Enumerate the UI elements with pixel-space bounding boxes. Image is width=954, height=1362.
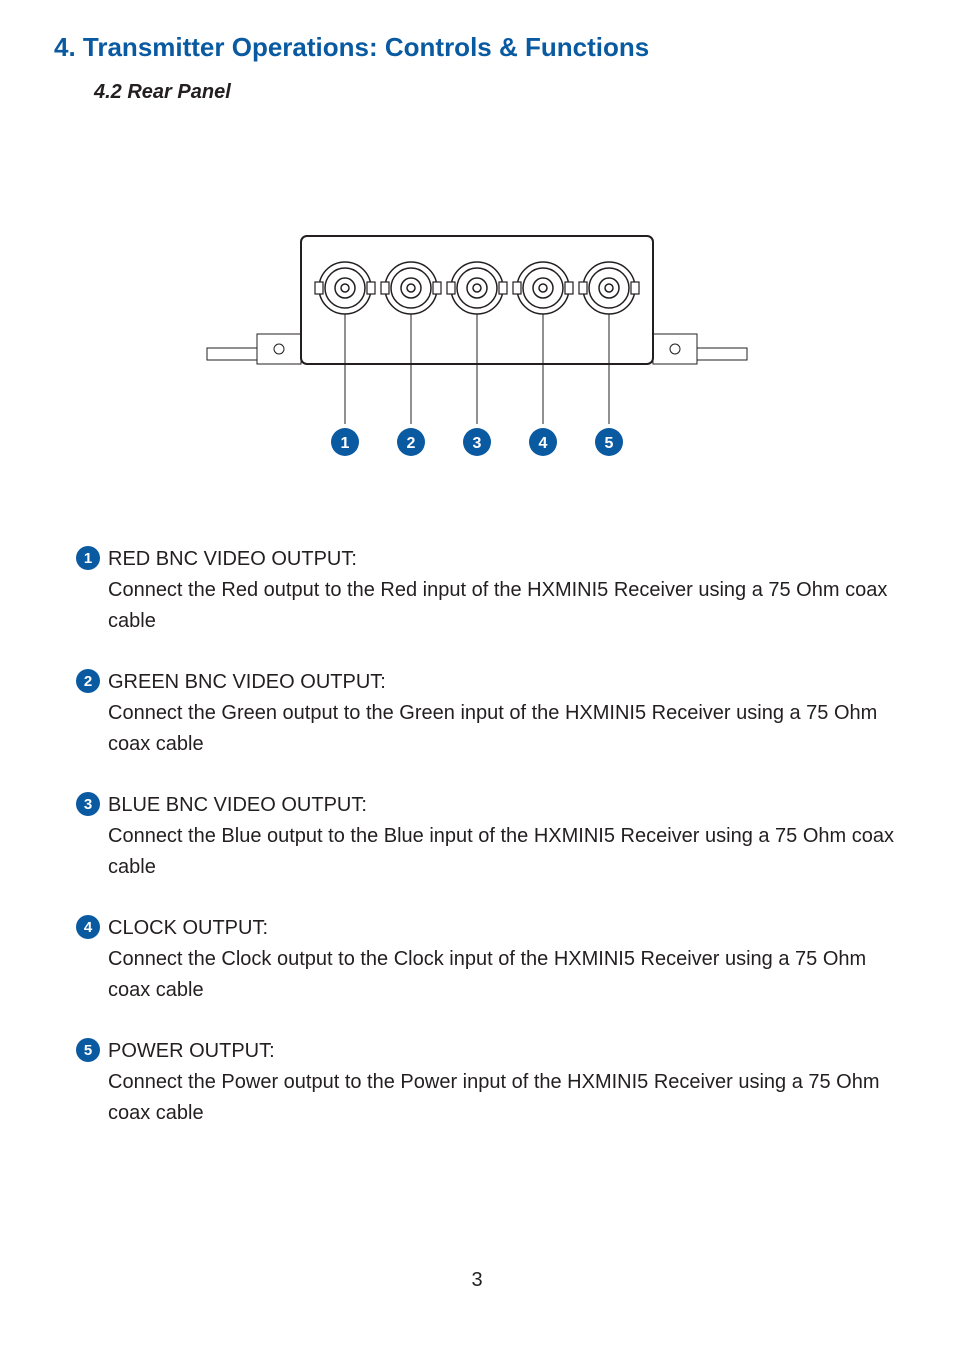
- callout-title: BLUE BNC VIDEO OUTPUT:: [108, 794, 367, 816]
- rear-panel-svg: 1 2 3 4 5: [197, 224, 757, 484]
- document-page: 4. Transmitter Operations: Controls & Fu…: [0, 0, 954, 1332]
- svg-text:1: 1: [341, 435, 350, 452]
- number-badge-icon: 4: [76, 915, 100, 939]
- page-number: 3: [54, 1269, 900, 1292]
- callout-item: 4 CLOCK OUTPUT: Connect the Clock output…: [54, 913, 900, 1006]
- callout-item: 2 GREEN BNC VIDEO OUTPUT: Connect the Gr…: [54, 667, 900, 760]
- callout-text: POWER OUTPUT: Connect the Power output t…: [108, 1036, 900, 1129]
- number-badge-icon: 5: [76, 1038, 100, 1062]
- callout-item: 1 RED BNC VIDEO OUTPUT: Connect the Red …: [54, 544, 900, 637]
- callout-item: 3 BLUE BNC VIDEO OUTPUT: Connect the Blu…: [54, 790, 900, 883]
- subsection-heading: 4.2 Rear Panel: [94, 81, 900, 104]
- callout-description: Connect the Blue output to the Blue inpu…: [108, 821, 900, 883]
- callout-text: RED BNC VIDEO OUTPUT: Connect the Red ou…: [108, 544, 900, 637]
- callout-text: CLOCK OUTPUT: Connect the Clock output t…: [108, 913, 900, 1006]
- callout-title: GREEN BNC VIDEO OUTPUT:: [108, 671, 386, 693]
- callout-title: CLOCK OUTPUT:: [108, 917, 268, 939]
- callout-description: Connect the Clock output to the Clock in…: [108, 944, 900, 1006]
- mounting-flange-right: [653, 334, 697, 364]
- number-badge-icon: 1: [76, 546, 100, 570]
- svg-text:2: 2: [407, 435, 416, 452]
- callout-title: POWER OUTPUT:: [108, 1040, 275, 1062]
- callout-description: Connect the Power output to the Power in…: [108, 1067, 900, 1129]
- number-badge-icon: 3: [76, 792, 100, 816]
- callout-item: 5 POWER OUTPUT: Connect the Power output…: [54, 1036, 900, 1129]
- svg-text:5: 5: [605, 435, 614, 452]
- mounting-flange-left: [257, 334, 301, 364]
- callout-description: Connect the Red output to the Red input …: [108, 575, 900, 637]
- callout-list: 1 RED BNC VIDEO OUTPUT: Connect the Red …: [54, 544, 900, 1129]
- callout-description: Connect the Green output to the Green in…: [108, 698, 900, 760]
- svg-text:3: 3: [473, 435, 482, 452]
- rear-panel-figure: 1 2 3 4 5: [54, 224, 900, 484]
- callout-text: BLUE BNC VIDEO OUTPUT: Connect the Blue …: [108, 790, 900, 883]
- number-badge-icon: 2: [76, 669, 100, 693]
- section-heading: 4. Transmitter Operations: Controls & Fu…: [54, 32, 900, 63]
- callout-text: GREEN BNC VIDEO OUTPUT: Connect the Gree…: [108, 667, 900, 760]
- callout-title: RED BNC VIDEO OUTPUT:: [108, 548, 357, 570]
- diagram-number-badges: 1 2 3 4 5: [331, 428, 623, 456]
- svg-text:4: 4: [539, 435, 548, 452]
